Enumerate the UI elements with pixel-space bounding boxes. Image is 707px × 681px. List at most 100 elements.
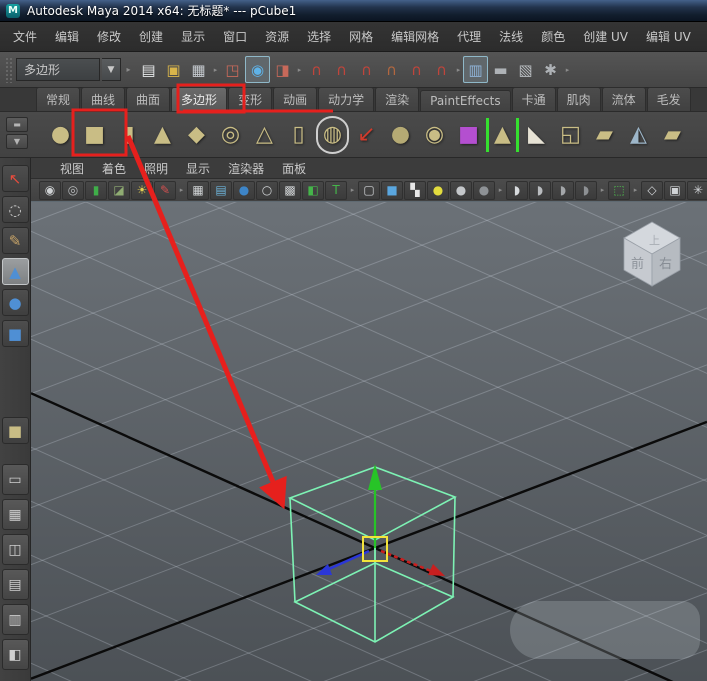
panel-menu-renderer[interactable]: 渲染器: [219, 160, 273, 177]
menu-assets[interactable]: 资源: [256, 22, 298, 52]
group-separator[interactable]: ▸: [454, 56, 463, 83]
select-component-icon[interactable]: ◨: [270, 56, 295, 83]
hypershade-persp-layout-button[interactable]: ▥: [1, 604, 29, 635]
single-pane-layout-button[interactable]: ▭: [1, 464, 29, 495]
menu-edit-uv[interactable]: 编辑 UV: [637, 22, 700, 52]
snap-grid-icon[interactable]: ∩: [304, 56, 329, 83]
menu-muscle[interactable]: 肌肉: [700, 22, 707, 52]
subdiv-proxy-icon[interactable]: ■: [452, 116, 485, 154]
menu-proxy[interactable]: 代理: [448, 22, 490, 52]
titlebar[interactable]: M Autodesk Maya 2014 x64: 无标题* --- pCube…: [0, 0, 707, 22]
all-lights-icon[interactable]: ●: [450, 180, 472, 200]
render-settings-icon[interactable]: ✱: [538, 56, 563, 83]
bridge-icon[interactable]: ▰: [588, 116, 621, 154]
menu-window[interactable]: 窗口: [214, 22, 256, 52]
menu-edit-mesh[interactable]: 编辑网格: [382, 22, 448, 52]
boolean-icon[interactable]: ▰: [656, 116, 689, 154]
panel-menu-view[interactable]: 视图: [51, 160, 93, 177]
heads-up-display-icon[interactable]: T: [325, 180, 347, 200]
shaded-cube-icon[interactable]: ■: [381, 180, 403, 200]
snap-point-icon[interactable]: ∩: [354, 56, 379, 83]
shelf-tab-fluids[interactable]: 流体: [601, 87, 646, 111]
shelf-tab-rendering[interactable]: 渲染: [375, 87, 420, 111]
material-bust4-icon[interactable]: ◗: [575, 180, 597, 200]
shelf-tab-painteffects[interactable]: PaintEffects: [420, 90, 511, 111]
shelf-tab-polygons[interactable]: 多边形: [171, 87, 228, 111]
panel-menu-shading[interactable]: 着色: [93, 160, 135, 177]
paint-icon[interactable]: ✎: [154, 180, 176, 200]
shadows-icon[interactable]: ●: [473, 180, 495, 200]
bookmark-icon[interactable]: ▮: [85, 180, 107, 200]
default-light-icon[interactable]: ●: [427, 180, 449, 200]
shelf-tab-toon[interactable]: 卡通: [511, 87, 556, 111]
viewcube-front-label[interactable]: 前: [631, 256, 644, 272]
poly-pipe-icon[interactable]: ▯: [282, 116, 315, 154]
poly-cone-icon[interactable]: ▲: [146, 116, 179, 154]
menu-set-dropdown-arrow-icon[interactable]: ▼: [102, 58, 121, 81]
render-current-frame-icon[interactable]: ▬: [488, 56, 513, 83]
menu-create[interactable]: 创建: [130, 22, 172, 52]
extrude-icon[interactable]: ◱: [554, 116, 587, 154]
append-polygon-icon[interactable]: ◣: [520, 116, 553, 154]
menu-create-uv[interactable]: 创建 UV: [574, 22, 637, 52]
scene-canvas[interactable]: 上 前 右: [31, 202, 707, 681]
scale-tool[interactable]: ■: [1, 320, 29, 347]
move-tool[interactable]: ▲: [1, 258, 29, 285]
menu-mesh[interactable]: 网格: [340, 22, 382, 52]
resolution-gate-icon[interactable]: ○: [256, 180, 278, 200]
paint-select-tool[interactable]: ✎: [1, 227, 29, 254]
select-object-icon[interactable]: ◉: [245, 56, 270, 83]
snap-projected-center-icon[interactable]: ∩: [379, 56, 404, 83]
group-separator[interactable]: ▸: [211, 56, 220, 83]
shelf-tab-deform[interactable]: 变形: [228, 87, 273, 111]
material-bust2-icon[interactable]: ◗: [529, 180, 551, 200]
shelf-tab-muscle[interactable]: 肌肉: [556, 87, 601, 111]
poly-prism-icon[interactable]: △: [248, 116, 281, 154]
group-separator[interactable]: ▸: [123, 65, 134, 74]
grid-icon[interactable]: ▦: [187, 180, 209, 200]
poly-torus-icon[interactable]: ◎: [214, 116, 247, 154]
perspective-viewport[interactable]: 上 前 右: [31, 202, 707, 681]
film-gate-icon[interactable]: ▤: [210, 180, 232, 200]
panel-menu-lighting[interactable]: 照明: [135, 160, 177, 177]
wireframe-cube-icon[interactable]: ▢: [358, 180, 380, 200]
menu-display[interactable]: 显示: [172, 22, 214, 52]
poly-helix-icon[interactable]: ◍: [316, 116, 349, 154]
poly-plane-icon[interactable]: ◆: [180, 116, 213, 154]
menu-select[interactable]: 选择: [298, 22, 340, 52]
shaded-sphere-icon[interactable]: ●: [233, 180, 255, 200]
panel-separator[interactable]: ▸: [598, 181, 607, 200]
shelf-tab-surfaces[interactable]: 曲面: [126, 87, 171, 111]
spheres-icon[interactable]: ◉: [418, 116, 451, 154]
shelf-tab-curves[interactable]: 曲线: [81, 87, 126, 111]
panel-separator[interactable]: ▸: [348, 181, 357, 200]
manip-y-arrowhead-icon[interactable]: [368, 464, 382, 490]
shelf-tab-dynamics[interactable]: 动力学: [318, 87, 375, 111]
menu-set-selector[interactable]: 多边形: [16, 58, 100, 81]
persp-graph-layout-button[interactable]: ▤: [1, 569, 29, 600]
panel-separator[interactable]: ▸: [177, 181, 186, 200]
poly-cylinder-icon[interactable]: ▮: [112, 116, 145, 154]
modeling-toolkit-icon[interactable]: ▲: [486, 117, 519, 152]
select-tool[interactable]: ↖: [1, 165, 29, 192]
menu-edit[interactable]: 编辑: [46, 22, 88, 52]
outliner-persp-layout-button[interactable]: ◫: [1, 534, 29, 565]
render-view-icon[interactable]: ▥: [463, 56, 488, 83]
snap-curve-icon[interactable]: ∩: [329, 56, 354, 83]
duplicate-view-icon[interactable]: ▣: [664, 180, 686, 200]
panel-separator[interactable]: ▸: [631, 181, 640, 200]
snap-view-plane-icon[interactable]: ∩: [404, 56, 429, 83]
material-bust3-icon[interactable]: ◗: [552, 180, 574, 200]
panel-separator[interactable]: ▸: [496, 181, 505, 200]
shelf-collapse-button[interactable]: ▼: [6, 134, 28, 149]
smooth-icon[interactable]: ●: [384, 116, 417, 154]
group-separator[interactable]: ▸: [295, 56, 304, 83]
group-separator[interactable]: ▸: [563, 56, 572, 83]
shelf-menu-button[interactable]: ▬: [6, 117, 28, 132]
poly-sphere-icon[interactable]: ●: [44, 116, 77, 154]
gate-mask-icon[interactable]: ▩: [279, 180, 301, 200]
menu-color[interactable]: 颜色: [532, 22, 574, 52]
poly-reduce-icon[interactable]: ↙: [350, 116, 383, 154]
menu-normals[interactable]: 法线: [490, 22, 532, 52]
rotate-tool[interactable]: ●: [1, 289, 29, 316]
